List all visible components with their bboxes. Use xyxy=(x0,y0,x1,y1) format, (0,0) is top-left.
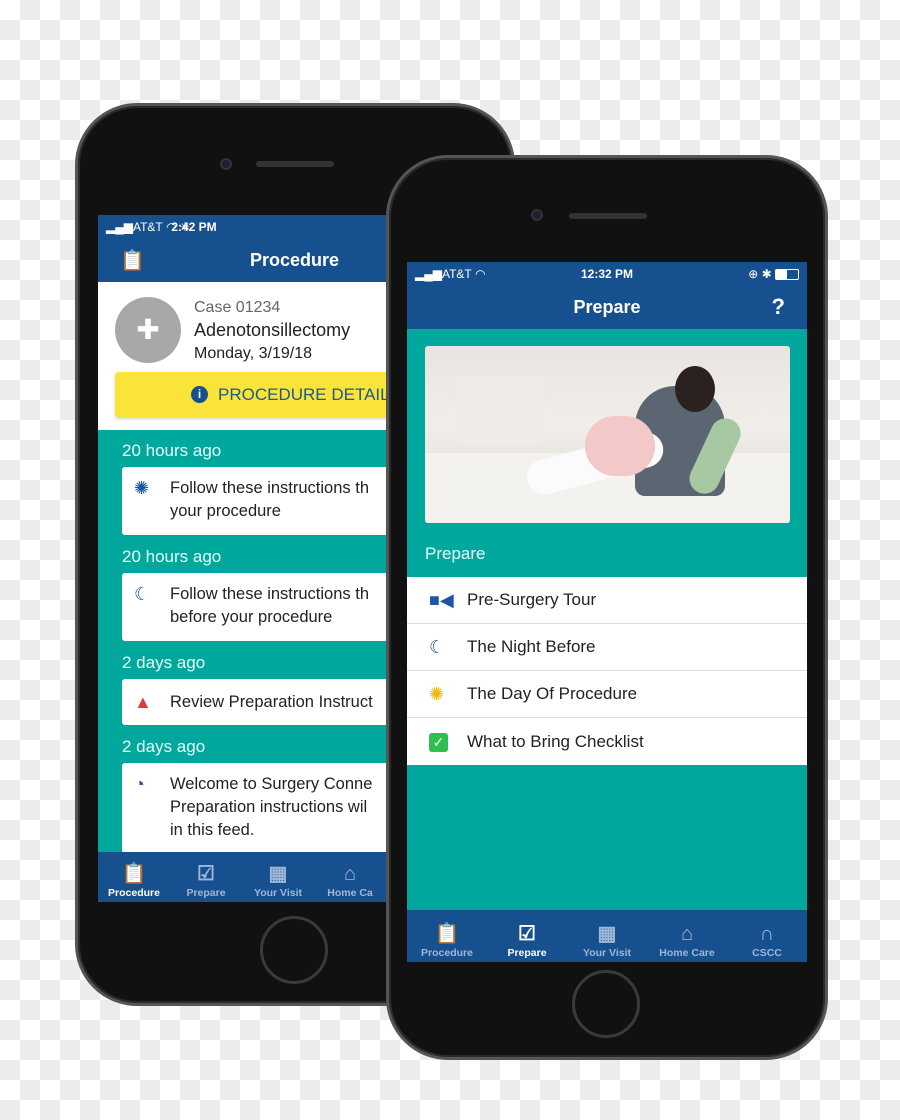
tab-procedure[interactable]: 📋 Procedure xyxy=(407,910,487,962)
header-title: Prepare xyxy=(573,296,641,317)
right-screen: ▂▄▆ AT&T ◠ 12:32 PM ⊕ ✱ Prepare ? Prepar… xyxy=(407,262,807,962)
home-icon: ⌂ xyxy=(680,923,694,945)
front-camera xyxy=(220,158,232,170)
hospital-icon: ▦ xyxy=(597,923,617,945)
sun-icon: ✺ xyxy=(134,478,150,498)
home-button[interactable] xyxy=(260,916,328,984)
tab-prepare[interactable]: ☑ Prepare xyxy=(170,852,242,902)
list-item-checklist[interactable]: ✓ What to Bring Checklist xyxy=(407,718,807,765)
tab-home-care[interactable]: ⌂ Home Ca xyxy=(314,852,386,902)
clipboard-icon: 📋 xyxy=(434,923,460,945)
list-item-night-before[interactable]: ☾ The Night Before xyxy=(407,624,807,671)
case-number: Case 01234 xyxy=(194,299,281,316)
home-button[interactable] xyxy=(572,970,640,1038)
list-item-day-of-procedure[interactable]: ✺ The Day Of Procedure xyxy=(407,671,807,718)
moon-icon: ☾ xyxy=(134,584,151,604)
tab-procedure[interactable]: 📋 Procedure xyxy=(98,852,170,902)
hospital-icon: ▦ xyxy=(268,863,288,885)
checkbox-icon: ✓ xyxy=(429,731,467,752)
status-bar: ▂▄▆ AT&T ◠ 12:32 PM ⊕ ✱ xyxy=(407,262,807,285)
rss-icon: ◔ xyxy=(134,774,145,794)
section-label: Prepare xyxy=(425,544,486,563)
right-phone: ▂▄▆ AT&T ◠ 12:32 PM ⊕ ✱ Prepare ? Prepar… xyxy=(386,155,828,1060)
case-avatar: ✚ xyxy=(115,297,181,363)
speaker xyxy=(569,213,647,219)
procedure-date: Monday, 3/19/18 xyxy=(194,345,313,362)
tab-prepare[interactable]: ☑ Prepare xyxy=(487,910,567,962)
clock: 2:42 PM xyxy=(171,219,217,234)
list-item-pre-surgery-tour[interactable]: ■◀ Pre-Surgery Tour xyxy=(407,577,807,624)
video-camera-icon: ■◀ xyxy=(429,589,454,610)
home-icon: ⌂ xyxy=(343,863,357,885)
tab-cscc[interactable]: ∩ CSCC xyxy=(727,910,807,962)
front-camera xyxy=(531,209,543,221)
tab-bar: 📋 Procedure ☑ Prepare ▦ Your Visit ⌂ Home Ca… xyxy=(407,910,807,962)
checkbox-icon: ☑ xyxy=(197,863,215,885)
arch-icon: ∩ xyxy=(759,923,775,945)
hero-photo xyxy=(425,346,790,523)
moon-icon: ☾ xyxy=(429,636,446,657)
clock: 12:32 PM xyxy=(580,266,634,281)
tab-home-care[interactable]: ⌂ Home Care xyxy=(647,910,727,962)
tab-your-visit[interactable]: ▦ Your Visit xyxy=(567,910,647,962)
warning-icon: ▲ xyxy=(134,691,152,712)
sun-icon: ✺ xyxy=(429,683,445,704)
prepare-list: ■◀ Pre-Surgery Tour ☾ The Night Before ✺ Th… xyxy=(407,577,807,765)
tab-your-visit[interactable]: ▦ Your Visit xyxy=(242,852,314,902)
header-title: Procedure xyxy=(250,249,340,270)
speaker xyxy=(256,161,334,167)
procedure-name: Adenotonsillectomy xyxy=(194,320,351,340)
clipboard-icon[interactable]: 📋 xyxy=(120,248,145,273)
help-button[interactable]: ? xyxy=(772,294,785,320)
info-icon: i xyxy=(191,386,208,403)
clipboard-icon: 📋 xyxy=(121,863,147,885)
checkbox-icon: ☑ xyxy=(518,923,536,945)
